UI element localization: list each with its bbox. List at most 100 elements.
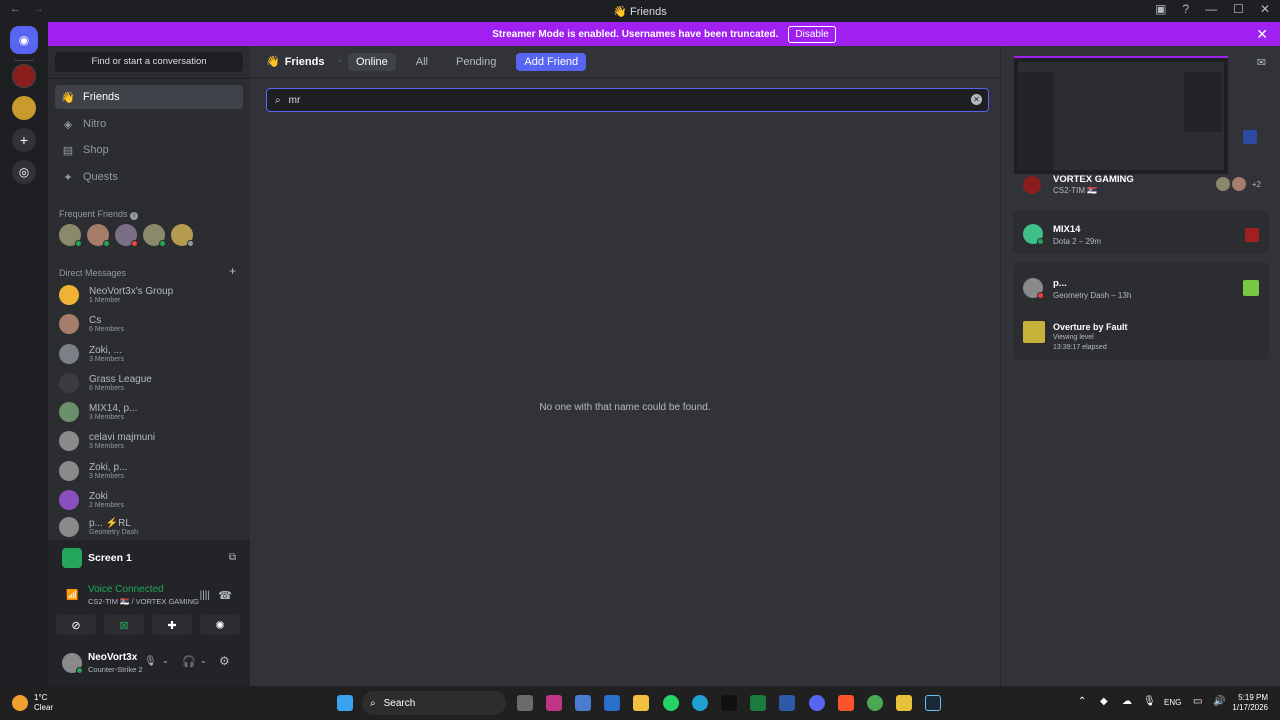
brave-icon[interactable] bbox=[838, 695, 854, 711]
avatar[interactable] bbox=[171, 224, 194, 247]
task-view-icon[interactable] bbox=[517, 695, 533, 711]
new-group-dm-icon[interactable]: ✉ bbox=[1257, 56, 1266, 69]
avatar[interactable] bbox=[115, 224, 138, 247]
sidebar-item-nitro[interactable]: ◈ Nitro bbox=[55, 112, 243, 136]
taskbar-search[interactable]: ⌕ Search bbox=[362, 691, 506, 715]
gear-icon[interactable]: ⚙ bbox=[219, 654, 230, 668]
discord-home-icon[interactable]: ◉ bbox=[10, 26, 38, 54]
headphones-icon[interactable]: 🎧 bbox=[182, 655, 196, 668]
soundboard-button[interactable]: ✺ bbox=[200, 615, 240, 635]
add-dm-icon[interactable]: + bbox=[229, 264, 236, 278]
dm-text: MIX14, p... 3 Members bbox=[89, 403, 137, 421]
activities-button[interactable]: ✚ bbox=[152, 615, 192, 635]
windows-start-icon[interactable] bbox=[337, 695, 353, 711]
search-icon: ⌕ bbox=[370, 697, 376, 709]
activity-name: p... bbox=[1053, 278, 1067, 289]
edge-icon[interactable] bbox=[692, 695, 708, 711]
weather-widget[interactable]: 1°C Clear bbox=[34, 693, 53, 713]
clear-search-icon[interactable]: ✕ bbox=[971, 94, 982, 105]
dm-item[interactable]: celavi majmuni 3 Members bbox=[55, 427, 243, 455]
avatar[interactable] bbox=[59, 224, 82, 247]
tab-online[interactable]: Online bbox=[347, 52, 396, 71]
stream-preview[interactable] bbox=[1014, 56, 1228, 174]
avatar[interactable] bbox=[62, 653, 83, 674]
voice-status-row: 📶 Voice Connected CS2-TIM 🇷🇸 / VORTEX GA… bbox=[48, 584, 250, 610]
volume-icon[interactable]: 🔊 bbox=[1213, 696, 1225, 707]
dm-item[interactable]: Zoki 2 Members bbox=[55, 486, 243, 514]
steam-icon[interactable] bbox=[925, 695, 941, 711]
tray-chevron-icon[interactable]: ⌃ bbox=[1078, 696, 1086, 707]
maximize-icon[interactable]: ☐ bbox=[1233, 2, 1244, 16]
friends-icon: 👋 bbox=[266, 56, 280, 68]
clock[interactable]: 5:19 PM 1/17/2026 bbox=[1228, 693, 1268, 713]
network-icon[interactable]: ☁ bbox=[1122, 696, 1132, 707]
avatar[interactable] bbox=[87, 224, 110, 247]
banner-close-icon[interactable]: ✕ bbox=[1256, 26, 1268, 43]
info-icon[interactable]: i bbox=[130, 212, 139, 220]
dm-item[interactable]: MIX14, p... 3 Members bbox=[55, 398, 243, 426]
geometry-dash-icon bbox=[1243, 280, 1259, 296]
chevron-down-icon[interactable]: ⌄ bbox=[200, 656, 207, 665]
server-vortex-icon[interactable] bbox=[12, 64, 36, 88]
noise-suppression-icon[interactable]: |||| bbox=[200, 590, 210, 601]
dm-item[interactable]: Zoki, ... 3 Members bbox=[55, 340, 243, 368]
minimize-icon[interactable]: — bbox=[1205, 2, 1217, 16]
taskbar-search-label: Search bbox=[383, 697, 416, 709]
tiktok-icon[interactable] bbox=[721, 695, 737, 711]
weather-icon[interactable] bbox=[12, 695, 28, 711]
avatar bbox=[59, 373, 79, 393]
mic-tray-icon[interactable]: 🎙 bbox=[1143, 696, 1156, 707]
whatsapp-icon[interactable] bbox=[663, 695, 679, 711]
tab-pending[interactable]: Pending bbox=[448, 53, 504, 71]
instagram-icon[interactable] bbox=[546, 695, 562, 711]
add-server-icon[interactable]: + bbox=[12, 128, 36, 152]
user-name[interactable]: NeoVort3x bbox=[88, 652, 137, 663]
display-icon[interactable]: ▭ bbox=[1193, 696, 1202, 707]
dm-item[interactable]: Zoki, p... 3 Members bbox=[55, 457, 243, 485]
sidebar-item-shop[interactable]: ▤ Shop bbox=[55, 138, 243, 162]
activity-card-geometry[interactable]: p... Geometry Dash – 13h Overture by Fau… bbox=[1013, 262, 1269, 360]
dm-item[interactable]: NeoVort3x's Group 1 Member bbox=[55, 281, 243, 309]
game-taskbar-icon[interactable] bbox=[896, 695, 912, 711]
dm-item[interactable]: p... ⚡RL Geometry Dash bbox=[55, 515, 243, 539]
find-conversation-button[interactable]: Find or start a conversation bbox=[55, 52, 243, 72]
weather-temp: 1°C bbox=[34, 693, 48, 702]
dm-item[interactable]: Grass League 6 Members bbox=[55, 369, 243, 397]
chrome-icon[interactable] bbox=[867, 695, 883, 711]
activity-card-vortex[interactable]: VORTEX GAMING CS2-TIM 🇷🇸 +2 bbox=[1013, 170, 1269, 202]
dm-item[interactable]: Cs 6 Members bbox=[55, 310, 243, 338]
help-icon[interactable]: ? bbox=[1182, 2, 1189, 16]
dota-icon bbox=[1245, 228, 1259, 242]
weather-text: Clear bbox=[34, 703, 54, 712]
avatar[interactable] bbox=[143, 224, 166, 247]
header-dot: • bbox=[338, 56, 342, 67]
language-indicator[interactable]: ENG bbox=[1164, 698, 1181, 707]
sidebar-item-friends[interactable]: 👋 Friends bbox=[55, 85, 243, 109]
server-act-icon[interactable] bbox=[12, 96, 36, 120]
disable-button[interactable]: Disable bbox=[788, 25, 836, 43]
discord-taskbar-icon[interactable] bbox=[809, 695, 825, 711]
dm-text: NeoVort3x's Group 1 Member bbox=[89, 286, 173, 304]
excel-icon[interactable] bbox=[750, 695, 766, 711]
friends-search[interactable]: ⌕ mr ✕ bbox=[266, 88, 989, 112]
disconnect-icon[interactable]: ☎ bbox=[218, 589, 232, 602]
outlook-icon[interactable] bbox=[604, 695, 620, 711]
discover-icon[interactable]: ◎ bbox=[12, 160, 36, 184]
close-icon[interactable]: ✕ bbox=[1260, 2, 1270, 16]
inbox-icon[interactable]: ▣ bbox=[1155, 2, 1166, 16]
activity-card-mix14[interactable]: MIX14 Dota 2 – 29m bbox=[1013, 210, 1269, 254]
chevron-down-icon[interactable]: ⌄ bbox=[162, 656, 169, 665]
file-explorer-icon[interactable] bbox=[633, 695, 649, 711]
copilot-icon[interactable] bbox=[575, 695, 591, 711]
camera-off-button[interactable]: ⊘ bbox=[56, 615, 96, 635]
app-icon[interactable] bbox=[779, 695, 795, 711]
friends-title-text: Friends bbox=[284, 55, 325, 68]
screen-share-button[interactable]: ⊠ bbox=[104, 615, 144, 635]
add-friend-button[interactable]: Add Friend bbox=[516, 52, 587, 71]
tab-all[interactable]: All bbox=[408, 53, 436, 71]
sidebar-item-quests[interactable]: ✦ Quests bbox=[55, 165, 243, 189]
popout-icon[interactable]: ⧉ bbox=[229, 552, 236, 563]
search-input[interactable]: mr bbox=[289, 95, 301, 106]
tray-app-icon[interactable]: ◆ bbox=[1100, 696, 1108, 707]
microphone-icon[interactable]: 🎙 bbox=[144, 656, 157, 667]
